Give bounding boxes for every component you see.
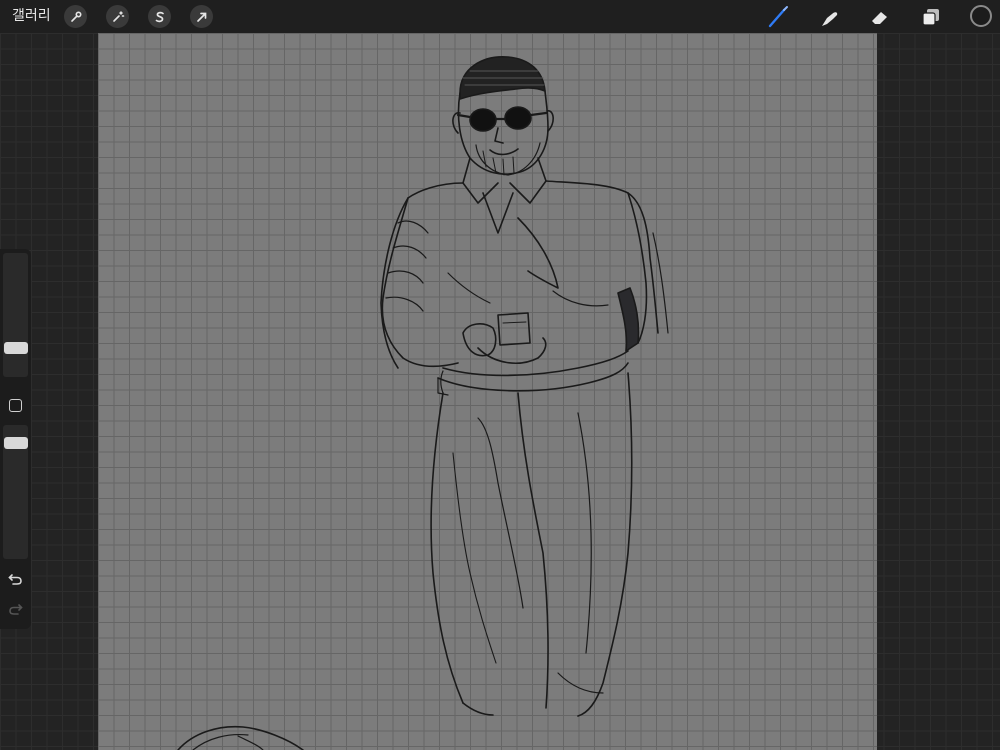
adjustments-button[interactable]: [106, 5, 129, 28]
smudge-icon: [822, 12, 838, 26]
opacity-handle[interactable]: [4, 437, 28, 449]
brush-size-slider[interactable]: [3, 253, 28, 377]
redo-icon[interactable]: [8, 602, 23, 617]
transform-button[interactable]: [190, 5, 213, 28]
brush-icon: [768, 6, 788, 28]
figure-sketch: [177, 56, 669, 750]
actions-button[interactable]: [64, 5, 87, 28]
brush-tool-button[interactable]: [765, 4, 791, 30]
layers-icon: [922, 9, 939, 26]
modify-button[interactable]: [9, 399, 22, 412]
eraser-tool-button[interactable]: [867, 4, 893, 30]
wrench-icon: [70, 10, 82, 22]
selection-s-icon: [155, 11, 164, 22]
selection-button[interactable]: [148, 5, 171, 28]
top-toolbar: 갤러리: [0, 0, 1000, 33]
eraser-icon: [872, 12, 887, 24]
magic-wand-icon: [112, 10, 124, 22]
undo-icon[interactable]: [8, 572, 23, 587]
gallery-button[interactable]: 갤러리: [12, 0, 51, 33]
layers-button[interactable]: [918, 4, 944, 30]
brush-size-handle[interactable]: [4, 342, 28, 354]
arrow-cursor-icon: [196, 12, 206, 22]
color-swatch-button[interactable]: [970, 5, 992, 27]
left-sidebar: [0, 249, 31, 629]
smudge-tool-button[interactable]: [816, 4, 842, 30]
